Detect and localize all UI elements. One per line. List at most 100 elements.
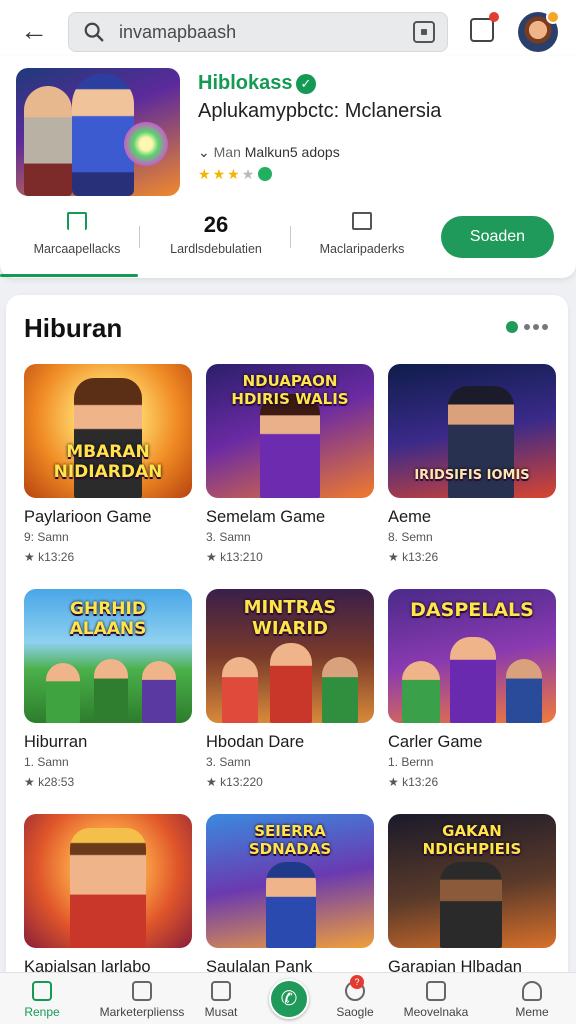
- game-rating: ★ k28:53: [24, 775, 75, 789]
- meta-prefix: Man: [213, 144, 241, 160]
- app-meta: ⌄ Man Malkun5 adops: [198, 144, 340, 161]
- game-character: [142, 661, 176, 723]
- notification-dot: [489, 12, 499, 22]
- primary-action-button[interactable]: Soaden: [441, 216, 554, 258]
- game-thumbnail[interactable]: [24, 814, 192, 948]
- app-subtitle: Aplukamypbctc: Mclanersia: [198, 100, 442, 122]
- content-section: Hiburan MBARAN NIDIARDAN Paylarioon Game…: [6, 295, 568, 1024]
- game-thumbnail[interactable]: GHRHID ALAANS: [24, 589, 192, 723]
- game-thumbnail[interactable]: NDUAPAON HDIRIS WALIS: [206, 364, 374, 498]
- stat-item[interactable]: Marcaapellacks: [14, 206, 140, 266]
- game-art-caption: SEIERRA SDNADAS: [248, 822, 332, 858]
- game-character: [266, 862, 316, 948]
- game-art-caption: MBARAN NIDIARDAN: [53, 442, 163, 482]
- game-character: [506, 659, 542, 723]
- status-dot-icon: [258, 167, 273, 181]
- game-character: [260, 394, 320, 498]
- nav-item-messages[interactable]: Meovelnaka: [394, 973, 478, 1024]
- nav-item-home[interactable]: Renpe: [0, 973, 84, 1024]
- app-title: Hiblokass: [198, 72, 293, 94]
- nav-item-marketplace[interactable]: Marketerplienss: [90, 973, 194, 1024]
- person-icon: [522, 981, 542, 1001]
- nav-label: Musat: [204, 1005, 238, 1019]
- game-character: [322, 657, 358, 723]
- nav-item-music[interactable]: Musat: [192, 973, 250, 1024]
- meta-text: Malkun5 adops: [244, 144, 340, 160]
- game-character: [450, 637, 496, 723]
- game-name: Semelam Game: [206, 508, 326, 526]
- stat-value: 26: [203, 212, 229, 237]
- game-subtitle: 3. Samn: [206, 530, 251, 544]
- game-art-caption: GHRHID ALAANS: [69, 599, 147, 639]
- mail-icon: [426, 981, 446, 1001]
- stat-item[interactable]: 26 Lardlsdebulatien: [148, 206, 284, 266]
- app-icon-image[interactable]: [16, 68, 180, 196]
- star-empty-icon: ★: [241, 166, 257, 182]
- active-tab-indicator: [0, 274, 138, 277]
- game-art-caption: IRIDSIFIS IOMIS: [414, 468, 530, 483]
- game-art-caption: MINTRAS WIARID: [243, 597, 337, 639]
- game-rating: ★ k13:26: [388, 775, 439, 789]
- chevron-down-icon[interactable]: ⌄: [198, 144, 210, 160]
- game-thumbnail[interactable]: IRIDSIFIS IOMIS: [388, 364, 556, 498]
- game-name: Paylarioon Game: [24, 508, 152, 526]
- stat-label: Marcaapellacks: [33, 242, 121, 256]
- star-icon: ★: [198, 166, 213, 182]
- store-icon: [132, 981, 152, 1001]
- search-query[interactable]: invamapbaash: [119, 22, 236, 43]
- avatar[interactable]: [518, 10, 560, 52]
- game-subtitle: 1. Samn: [24, 755, 69, 769]
- avatar-badge: [546, 10, 560, 24]
- star-rating: ★★★★: [198, 166, 273, 183]
- dot: [524, 324, 530, 330]
- game-thumbnail[interactable]: DASPELALS: [388, 589, 556, 723]
- search-field[interactable]: invamapbaash: [68, 12, 448, 52]
- nav-label: Renpe: [24, 1005, 60, 1019]
- home-icon: [32, 981, 52, 1001]
- scan-icon[interactable]: [413, 21, 435, 43]
- game-subtitle: 9: Samn: [24, 530, 69, 544]
- game-thumbnail[interactable]: MBARAN NIDIARDAN: [24, 364, 192, 498]
- game-character: [440, 862, 502, 948]
- stat-label: Maclaripaderks: [319, 242, 405, 256]
- game-art-caption: DASPELALS: [410, 599, 534, 621]
- game-thumbnail[interactable]: GAKAN NDIGHPIEIS: [388, 814, 556, 948]
- star-icon: ★: [212, 166, 228, 182]
- game-thumbnail[interactable]: SEIERRA SDNADAS: [206, 814, 374, 948]
- hero-figure-left: [24, 86, 72, 196]
- stat-item[interactable]: Maclaripaderks: [296, 206, 428, 266]
- status-dot-icon: [506, 321, 518, 333]
- back-arrow-icon[interactable]: ←: [18, 14, 50, 48]
- bottom-navigation: Renpe Marketerplienss Musat ✆ ? Saogle M…: [0, 972, 576, 1024]
- nav-label: Meme: [515, 1005, 549, 1019]
- game-name: Aeme: [388, 508, 432, 526]
- more-options-icon[interactable]: [506, 321, 548, 333]
- magic-orb: [124, 122, 168, 166]
- nav-item-games[interactable]: ? Saogle: [322, 973, 388, 1024]
- search-icon: [84, 22, 104, 42]
- verified-icon: ✓: [296, 74, 316, 94]
- game-art-caption: NDUAPAON HDIRIS WALIS: [231, 372, 349, 408]
- dot: [542, 324, 548, 330]
- game-subtitle: 1. Bernn: [388, 755, 434, 769]
- game-character: [94, 659, 128, 723]
- app-header-card: Hiblokass ✓ Aplukamypbctc: Mclanersia ⌄ …: [0, 56, 576, 278]
- star-icon: ★: [227, 166, 242, 182]
- stat-label: Lardlsdebulatien: [170, 242, 262, 256]
- notification-icon[interactable]: [470, 12, 499, 42]
- book-icon: [211, 981, 231, 1001]
- game-character: [270, 643, 312, 723]
- divider: [139, 226, 140, 248]
- game-name: Hiburran: [24, 733, 88, 751]
- game-subtitle: 8. Semn: [388, 530, 433, 544]
- divider: [290, 226, 291, 248]
- game-subtitle: 3. Samn: [206, 755, 251, 769]
- game-name: Hbodan Dare: [206, 733, 305, 751]
- dot: [533, 324, 539, 330]
- nav-item-profile[interactable]: Meme: [496, 973, 568, 1024]
- nav-label: Meovelnaka: [403, 1005, 469, 1019]
- game-thumbnail[interactable]: MINTRAS WIARID: [206, 589, 374, 723]
- game-character: [70, 828, 146, 948]
- game-character: [46, 663, 80, 723]
- phone-icon[interactable]: ✆: [269, 979, 309, 1019]
